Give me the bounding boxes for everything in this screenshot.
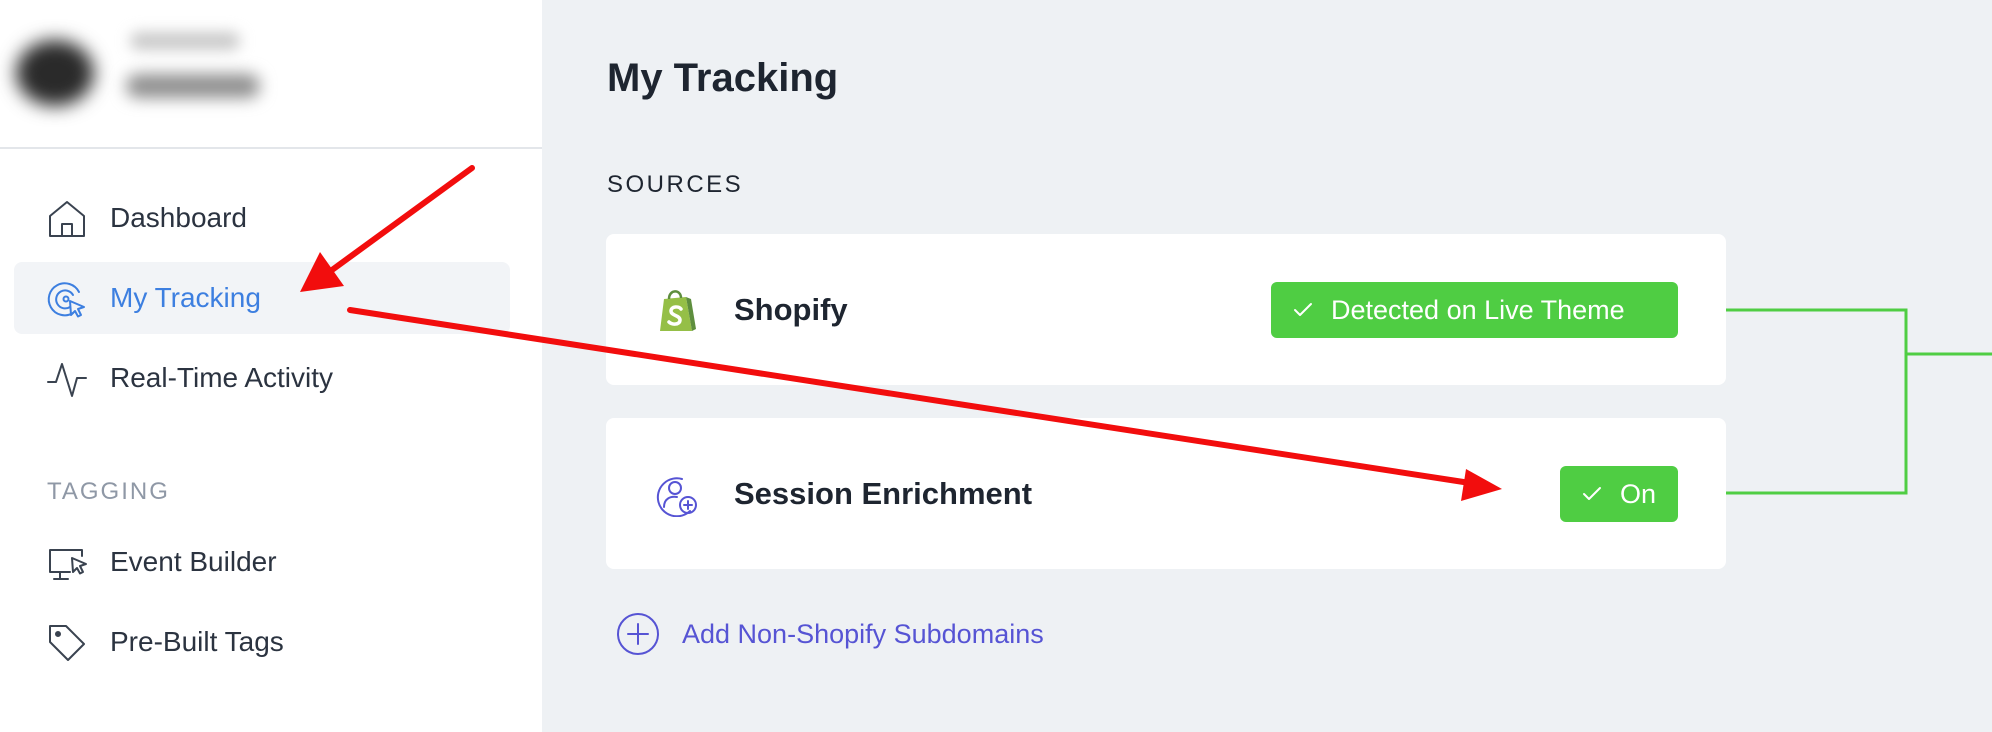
shopify-bag-icon (660, 290, 696, 331)
sidebar-item-my-tracking[interactable]: My Tracking (14, 262, 510, 334)
sidebar-item-real-time-activity[interactable]: Real-Time Activity (14, 342, 510, 414)
sidebar-item-label: My Tracking (110, 282, 261, 313)
status-label: On (1620, 478, 1657, 509)
sidebar-item-label: Dashboard (110, 202, 247, 233)
monitor-cursor-icon (49, 549, 87, 580)
sources-section-title: SOURCES (607, 171, 744, 198)
sidebar: Dashboard My Tracking Real-Time Activity… (0, 0, 542, 732)
sidebar-item-pre-built-tags[interactable]: Pre-Built Tags (14, 606, 510, 678)
source-card-session-enrichment: Session Enrichment On (606, 418, 1726, 569)
target-cursor-icon (47, 282, 85, 318)
home-icon (49, 201, 85, 237)
user-plus-icon (656, 477, 697, 517)
activity-pulse-icon (47, 363, 87, 397)
brand-subtitle-blurred (126, 74, 260, 98)
sidebar-item-event-builder[interactable]: Event Builder (14, 526, 510, 598)
sidebar-item-dashboard[interactable]: Dashboard (14, 182, 510, 254)
brand-name-blurred (130, 32, 240, 50)
tag-icon (49, 625, 85, 661)
session-enrichment-status-button[interactable]: On (1560, 466, 1678, 522)
source-card-shopify: Shopify Detected on Live Theme (606, 234, 1726, 385)
sidebar-item-label: Event Builder (110, 546, 277, 577)
sidebar-item-label: Pre-Built Tags (110, 626, 284, 657)
shopify-status-button[interactable]: Detected on Live Theme (1271, 282, 1678, 338)
add-subdomains-link[interactable]: Add Non-Shopify Subdomains (616, 612, 1044, 656)
source-name: Session Enrichment (734, 476, 1033, 511)
sidebar-item-label: Real-Time Activity (110, 362, 334, 393)
status-label: Detected on Live Theme (1331, 294, 1625, 325)
source-connector-lines (1726, 308, 1992, 495)
brand-logo (16, 40, 94, 106)
brand-header[interactable] (0, 0, 542, 149)
add-subdomains-label: Add Non-Shopify Subdomains (682, 618, 1044, 649)
check-icon (1294, 303, 1312, 316)
plus-circle-icon (617, 613, 659, 655)
source-name: Shopify (734, 292, 848, 327)
tagging-section-title: TAGGING (47, 478, 170, 505)
page-title: My Tracking (607, 56, 839, 100)
check-icon (1583, 487, 1601, 500)
